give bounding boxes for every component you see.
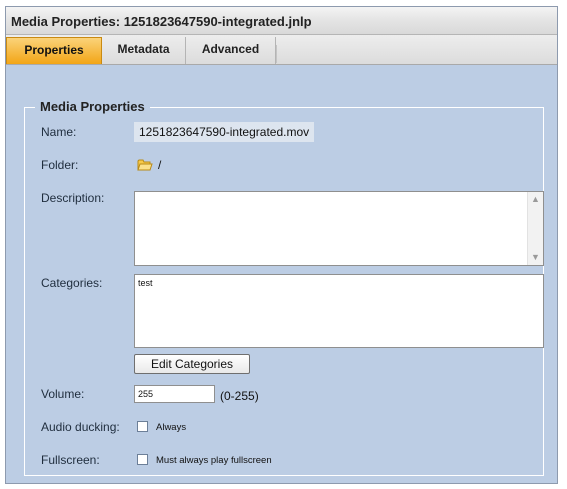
media-properties-window: Media Properties: 1251823647590-integrat… [5,6,558,484]
description-textarea[interactable]: ▲ ▼ [134,191,544,266]
description-scrollbar[interactable]: ▲ ▼ [527,192,543,265]
tab-properties[interactable]: Properties [6,37,102,64]
scroll-down-arrow-icon[interactable]: ▼ [530,252,541,263]
scroll-up-arrow-icon[interactable]: ▲ [530,194,541,205]
volume-label: Volume: [41,387,85,401]
audio-ducking-checkbox[interactable] [137,421,148,432]
volume-range-hint: (0-255) [220,389,259,403]
fullscreen-checkbox[interactable] [137,454,148,465]
description-label: Description: [41,191,105,205]
edit-categories-button[interactable]: Edit Categories [134,354,250,374]
folder-path: / [158,158,162,172]
categories-label: Categories: [41,276,103,290]
fullscreen-label: Fullscreen: [41,453,100,467]
tab-advanced[interactable]: Advanced [186,37,276,64]
window-title: Media Properties: 1251823647590-integrat… [11,14,312,29]
name-value: 1251823647590-integrated.mov [134,122,315,142]
tab-bar: Properties Metadata Advanced [6,35,557,65]
volume-input[interactable]: 255 [134,385,215,403]
audio-ducking-label: Audio ducking: [41,420,120,434]
folder-icon[interactable] [137,158,153,172]
categories-value: test [138,278,153,288]
section-legend: Media Properties [35,99,150,114]
folder-label: Folder: [41,158,79,172]
tab-bar-filler [276,45,557,63]
media-properties-section: Media Properties Name: 1251823647590-int… [24,99,544,476]
audio-ducking-option: Always [156,422,187,433]
fullscreen-option: Must always play fullscreen [156,455,272,466]
tab-metadata[interactable]: Metadata [102,37,186,64]
name-label: Name: [41,125,77,139]
title-bar: Media Properties: 1251823647590-integrat… [6,7,557,35]
categories-box[interactable]: test [134,274,544,348]
